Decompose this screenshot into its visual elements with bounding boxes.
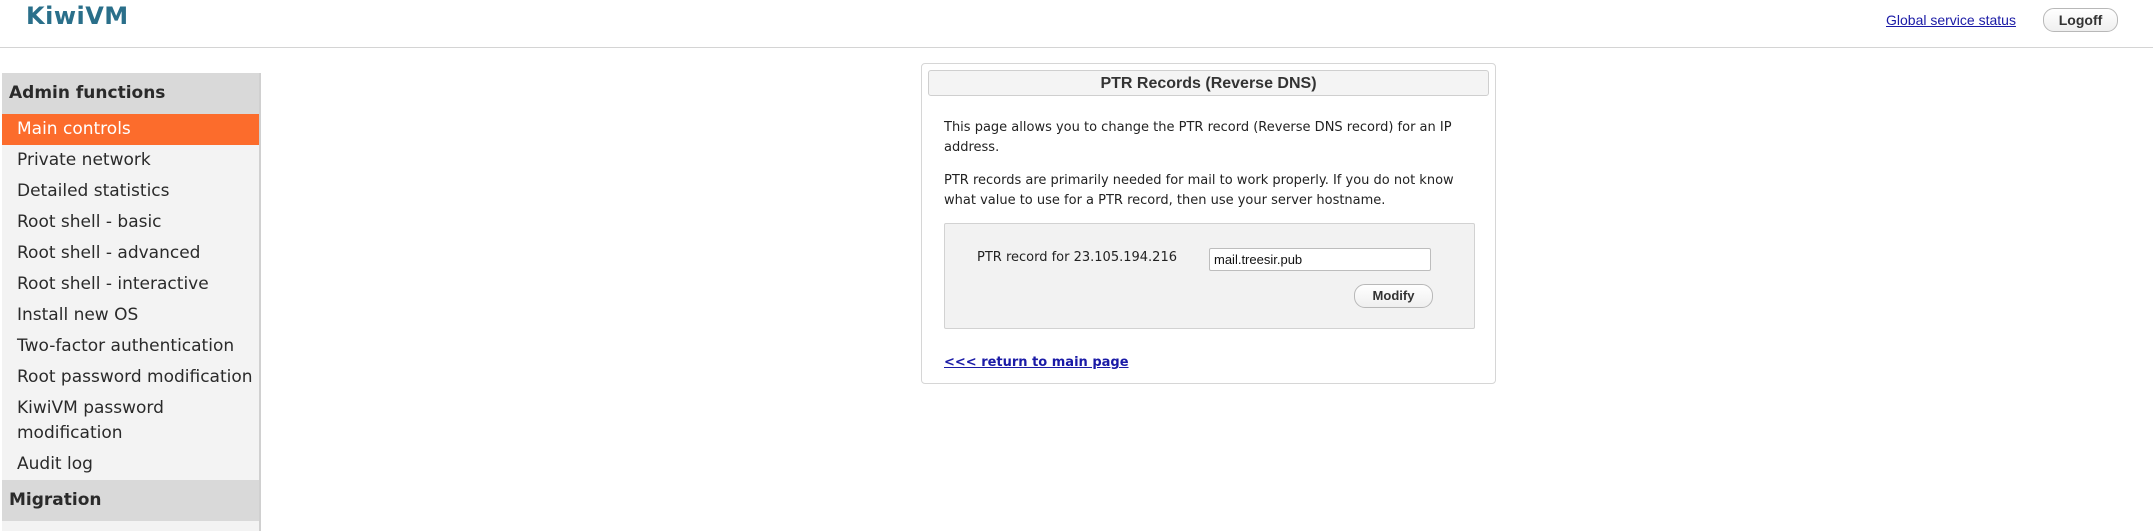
sidebar-section-admin-functions: Admin functions: [2, 73, 259, 114]
logoff-button[interactable]: Logoff: [2043, 8, 2118, 32]
note-text: PTR records are primarily needed for mai…: [944, 173, 1454, 208]
kiwivm-logo[interactable]: KiwiVM: [26, 2, 129, 30]
sidebar-item-two-factor-authentication[interactable]: Two-factor authentication: [2, 331, 259, 362]
sidebar-item-kiwivm-password-modification[interactable]: KiwiVM password modification: [2, 393, 197, 449]
ptr-form: PTR record for 23.105.194.216 Modify: [944, 223, 1475, 329]
sidebar-item-root-shell-advanced[interactable]: Root shell - advanced: [2, 238, 259, 269]
ptr-records-panel: PTR Records (Reverse DNS) This page allo…: [921, 63, 1496, 384]
sidebar-item-root-shell-basic[interactable]: Root shell - basic: [2, 207, 259, 238]
intro-text: This page allows you to change the PTR r…: [944, 120, 1452, 155]
sidebar-item-main-controls[interactable]: Main controls: [2, 114, 259, 145]
sidebar-item-private-network[interactable]: Private network: [2, 145, 259, 176]
sidebar-item-install-new-os[interactable]: Install new OS: [2, 300, 259, 331]
return-to-main-page-link[interactable]: <<< return to main page: [944, 355, 1129, 370]
sidebar-item-audit-log[interactable]: Audit log: [2, 449, 259, 480]
sidebar-item-detailed-statistics[interactable]: Detailed statistics: [2, 176, 259, 207]
top-bar: KiwiVM Global service status Logoff: [0, 0, 2153, 48]
sidebar-item-root-password-modification[interactable]: Root password modification: [2, 362, 259, 393]
ptr-record-label: PTR record for 23.105.194.216: [977, 250, 1177, 265]
panel-title: PTR Records (Reverse DNS): [928, 70, 1489, 96]
sidebar: Admin functions Main controls Private ne…: [2, 73, 261, 531]
sidebar-item-root-shell-interactive[interactable]: Root shell - interactive: [2, 269, 259, 300]
ptr-record-input[interactable]: [1209, 248, 1431, 271]
modify-button[interactable]: Modify: [1354, 284, 1433, 308]
global-service-status-link[interactable]: Global service status: [1886, 12, 2016, 28]
sidebar-section-migration: Migration: [2, 480, 259, 521]
